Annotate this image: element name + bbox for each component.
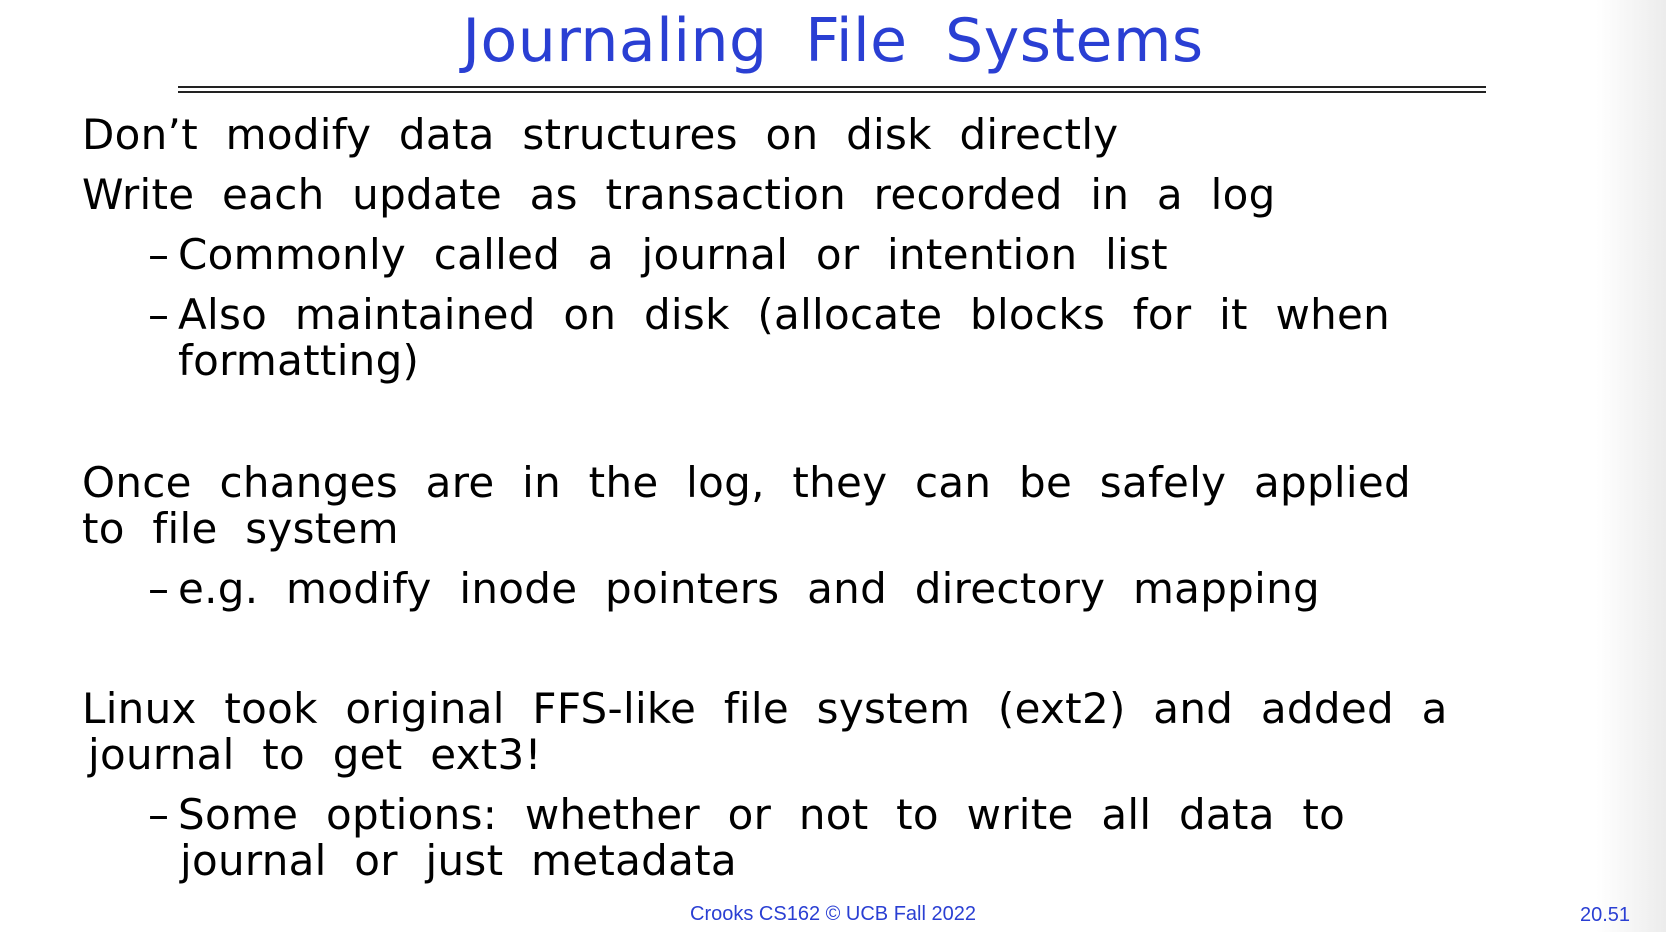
sub-bullet-on-disk: Also maintained on disk (allocate blocks… bbox=[178, 290, 1391, 339]
title-underline-bottom bbox=[178, 91, 1486, 93]
bullet-4: Linux took original FFS-like file system… bbox=[82, 684, 1448, 733]
page-number: 20.51 bbox=[1580, 904, 1631, 926]
bullet-4-cont: journal to get ext3! bbox=[88, 730, 542, 779]
slide-edge-shade bbox=[1596, 0, 1666, 932]
slide-footer: Crooks CS162 © UCB Fall 2022 bbox=[690, 903, 976, 925]
sub-bullet-options: Some options: whether or not to write al… bbox=[178, 790, 1346, 839]
title-underline-top bbox=[178, 86, 1486, 88]
sub-bullet-example: e.g. modify inode pointers and directory… bbox=[178, 564, 1320, 613]
bullet-3-cont: to file system bbox=[82, 504, 399, 553]
sub-bullet-dash: – bbox=[148, 564, 169, 613]
bullet-3: Once changes are in the log, they can be… bbox=[82, 458, 1411, 507]
sub-bullet-on-disk-cont: formatting) bbox=[178, 336, 420, 385]
sub-bullet-dash: – bbox=[148, 230, 169, 279]
slide-title: Journaling File Systems bbox=[462, 6, 1204, 76]
sub-bullet-journal: Commonly called a journal or intention l… bbox=[178, 230, 1168, 279]
sub-bullet-dash: – bbox=[148, 290, 169, 339]
sub-bullet-dash: – bbox=[148, 790, 169, 839]
bullet-2: Write each update as transaction recorde… bbox=[82, 170, 1276, 219]
bullet-1: Don’t modify data structures on disk dir… bbox=[82, 110, 1119, 159]
sub-bullet-options-cont: journal or just metadata bbox=[180, 836, 737, 885]
